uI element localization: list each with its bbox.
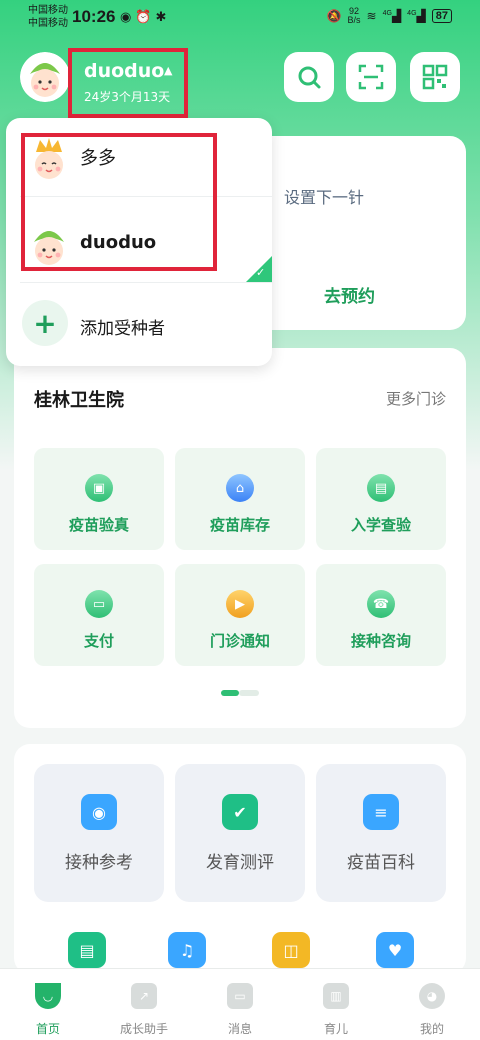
tab-growth[interactable]: ↗ 成长助手 [96,969,192,1040]
qr-code-icon [422,64,448,90]
battery-icon: 87 [431,9,452,23]
bluetooth-icon: ✱ [155,9,171,24]
tool-vaccination-reference[interactable]: ◉ 接种参考 [34,764,164,902]
tile-consult[interactable]: ☎ 接种咨询 [316,564,446,666]
page-indicator [221,690,259,696]
highlight-box [21,133,217,271]
gift-icon[interactable]: ◫ [272,932,310,968]
more-clinics-link[interactable]: 更多门诊 [386,388,446,409]
vaccine-verify-icon: ▣ [85,474,113,502]
carrier-2: 中国移动 [28,18,68,29]
hospital-title: 桂林卫生院 [34,390,124,411]
status-icons-right: 🔕 92 B/s ≋ 4G▟ 4G▟ 87 [327,7,452,25]
heart-icon[interactable]: ♥ [376,932,414,968]
checklist-icon: ✔ [222,794,258,830]
bottom-tab-bar: ◡ 首页 ↗ 成长助手 ▭ 消息 ▥ 育儿 ◕ 我的 [0,968,480,1040]
net-speed: 92 B/s [347,6,361,25]
reference-icon: ◉ [81,794,117,830]
tile-vaccine-stock[interactable]: ⌂ 疫苗库存 [175,448,305,550]
music-icon[interactable]: ♫ [168,932,206,968]
profile-dropdown: 多多 duoduo ✓ + 添加受种者 [6,118,272,366]
status-bar: 中国移动 中国移动 10:26 ◉⏰✱ 🔕 92 B/s ≋ 4G▟ 4G▟ 8… [0,0,480,36]
hospital-section: 桂林卫生院 更多门诊 ▣ 疫苗验真 ⌂ 疫苗库存 ▤ 入学查验 ▭ 支付 ▶ 门… [14,348,466,728]
tab-parenting[interactable]: ▥ 育儿 [288,969,384,1040]
profile-switcher[interactable]: duoduo ▲ 24岁3个月13天 [68,48,188,118]
profile-name: duoduo [84,60,165,82]
school-check-icon: ▤ [367,474,395,502]
scan-icon [358,64,384,90]
selected-check-icon: ✓ [246,256,272,282]
tile-school-check[interactable]: ▤ 入学查验 [316,448,446,550]
tile-payment[interactable]: ▭ 支付 [34,564,164,666]
chart-icon: ↗ [131,983,157,1009]
page-dot-active [221,690,239,696]
profile-age: 24岁3个月13天 [84,90,171,104]
next-dose-text: 设置下一针 [284,188,365,207]
tool-vaccine-encyclopedia[interactable]: ≡ 疫苗百科 [316,764,446,902]
qr-code-button[interactable] [410,52,460,102]
tab-me[interactable]: ◕ 我的 [384,969,480,1040]
divider [20,282,272,283]
signal-icon-1: 4G▟ [382,9,402,23]
search-button[interactable] [284,52,334,102]
book-icon: ▥ [323,983,349,1009]
scan-button[interactable] [346,52,396,102]
clock: 10:26 [72,7,116,26]
book-appointment-button[interactable]: 去预约 [324,282,375,307]
status-icons-left: ◉⏰✱ [120,9,170,25]
consult-icon: ☎ [367,590,395,618]
tab-home[interactable]: ◡ 首页 [0,969,96,1040]
message-icon: ▭ [227,983,253,1009]
wifi-icon: ≋ [366,9,377,23]
chat-icon[interactable]: ▤ [68,932,106,968]
encyclopedia-icon: ≡ [363,794,399,830]
page-dot-inactive [239,690,259,696]
avatar[interactable] [20,52,70,102]
search-icon [298,66,321,89]
wallet-icon: ▭ [85,590,113,618]
add-recipient-button[interactable]: 添加受种者 [80,314,165,339]
tool-development-test[interactable]: ✔ 发育测评 [175,764,305,902]
eye-icon: ◉ [120,9,136,24]
carrier-info: 中国移动 中国移动 [28,4,68,30]
home-bottle-icon: ◡ [35,983,61,1009]
signal-icon-2: 4G▟ [407,9,426,23]
tile-vaccine-verify[interactable]: ▣ 疫苗验真 [34,448,164,550]
caret-up-icon: ▲ [164,64,173,77]
home-icon: ⌂ [226,474,254,502]
profile-icon: ◕ [419,983,445,1009]
tools-section: ◉ 接种参考 ✔ 发育测评 ≡ 疫苗百科 ▤ ♫ ◫ ♥ [14,744,466,974]
carrier-1: 中国移动 [28,5,68,16]
tile-clinic-notice[interactable]: ▶ 门诊通知 [175,564,305,666]
tab-messages[interactable]: ▭ 消息 [192,969,288,1040]
plus-icon[interactable]: + [22,300,68,346]
alarm-icon: ⏰ [135,9,156,24]
app-header: duoduo ▲ 24岁3个月13天 [0,44,480,118]
notice-icon: ▶ [226,590,254,618]
mute-icon: 🔕 [326,9,342,23]
